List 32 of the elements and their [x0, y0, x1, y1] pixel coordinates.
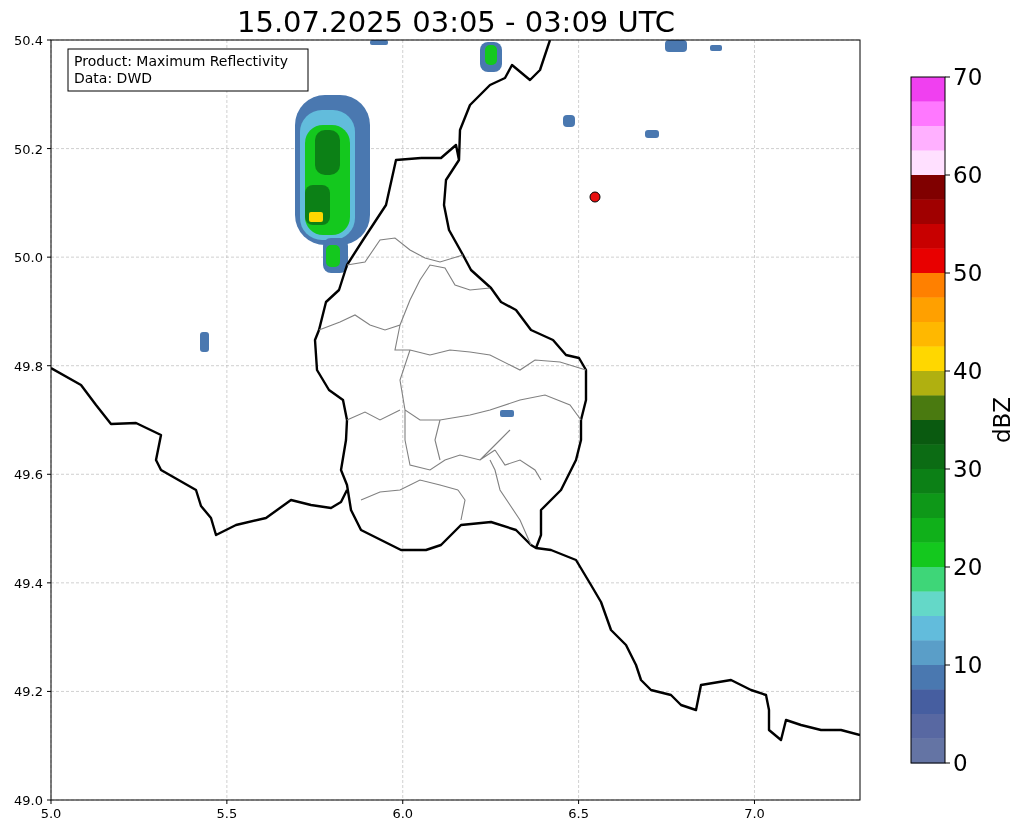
info-text: Data: DWD — [74, 70, 152, 86]
x-tick-label: 5.0 — [40, 806, 62, 821]
colorbar-tick-label: 40 — [953, 358, 983, 384]
colorbar-label: dBZ — [989, 396, 1015, 444]
info-text: Product: Maximum Reflectivity — [74, 53, 288, 69]
colorbar-tick-label: 50 — [953, 260, 983, 286]
y-tick-label: 50.4 — [14, 33, 43, 48]
colorbar-tick-label: 30 — [953, 456, 983, 482]
radar-echo — [500, 410, 514, 417]
radar-echo — [200, 332, 209, 352]
location-marker — [589, 191, 601, 203]
y-tick-label: 49.6 — [14, 467, 43, 483]
colorbar-tick-label: 70 — [953, 64, 983, 90]
colorbar-tick-label: 20 — [953, 554, 983, 580]
y-tick-label: 49.2 — [14, 684, 43, 700]
x-tick-label: 6.0 — [392, 806, 414, 821]
x-tick-label: 5.5 — [216, 806, 238, 821]
colorbar-tick-label: 60 — [953, 162, 983, 188]
colorbar-tick-label: 0 — [953, 750, 968, 776]
colorbar-tick-label: 10 — [953, 652, 983, 678]
radar-echo — [710, 45, 722, 51]
y-tick-label: 49.4 — [14, 575, 43, 591]
y-tick-label: 50.0 — [14, 250, 43, 266]
y-tick-label: 50.2 — [14, 141, 43, 157]
y-tick-label: 49.0 — [14, 793, 43, 808]
y-tick-label: 49.8 — [14, 358, 43, 374]
x-tick-label: 7.0 — [744, 806, 765, 821]
radar-echo — [370, 40, 388, 45]
radar-echo — [645, 130, 659, 138]
x-tick-label: 6.5 — [568, 806, 589, 821]
radar-echo — [563, 115, 575, 127]
chart-title: 15.07.2025 03:05 - 03:09 UTC — [237, 5, 675, 39]
